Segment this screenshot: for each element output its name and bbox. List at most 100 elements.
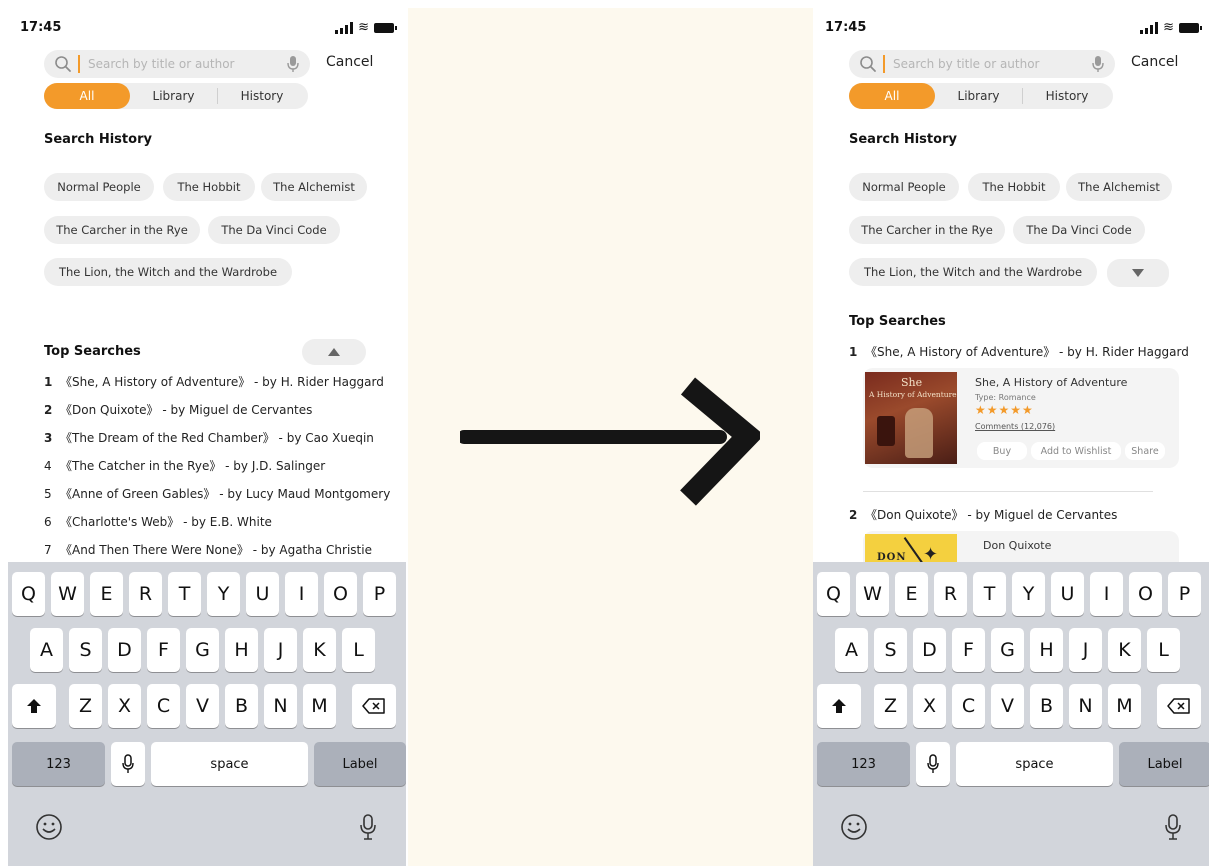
key-e[interactable]: E — [895, 572, 928, 616]
history-chip[interactable]: The Lion, the Witch and the Wardrobe — [44, 258, 292, 286]
history-chip[interactable]: The Carcher in the Rye — [849, 216, 1005, 244]
key-a[interactable]: A — [30, 628, 63, 672]
history-chip[interactable]: The Da Vinci Code — [1013, 216, 1145, 244]
key-i[interactable]: I — [1090, 572, 1123, 616]
top-search-item[interactable]: 5 《Anne of Green Gables》 - by Lucy Maud M… — [44, 485, 390, 502]
key-k[interactable]: K — [303, 628, 336, 672]
top-search-item[interactable]: 2 《Don Quixote》 - by Miguel de Cervantes — [44, 401, 312, 418]
emoji-icon[interactable] — [34, 812, 64, 842]
key-r[interactable]: R — [934, 572, 967, 616]
key-u[interactable]: U — [1051, 572, 1084, 616]
key-w[interactable]: W — [856, 572, 889, 616]
history-chip[interactable]: The Alchemist — [261, 173, 367, 201]
key-z[interactable]: Z — [874, 684, 907, 728]
top-search-item[interactable]: 1 《She, A History of Adventure》 - by H. R… — [44, 373, 384, 390]
top-search-item[interactable]: 1 《She, A History of Adventure》 - by H. R… — [849, 343, 1189, 360]
key-q[interactable]: Q — [12, 572, 45, 616]
expand-button[interactable] — [1107, 259, 1169, 287]
key-y[interactable]: Y — [1012, 572, 1045, 616]
key-d[interactable]: D — [913, 628, 946, 672]
return-key[interactable]: Label — [1119, 742, 1209, 786]
cancel-button[interactable]: Cancel — [1131, 54, 1178, 70]
microphone-icon[interactable] — [1091, 55, 1105, 73]
return-key[interactable]: Label — [314, 742, 406, 786]
cancel-button[interactable]: Cancel — [326, 54, 373, 70]
key-a[interactable]: A — [835, 628, 868, 672]
history-chip[interactable]: The Lion, the Witch and the Wardrobe — [849, 258, 1097, 286]
space-key[interactable]: space — [956, 742, 1113, 786]
top-search-item[interactable]: 7 《And Then There Were None》 - by Agatha … — [44, 541, 372, 558]
key-p[interactable]: P — [1168, 572, 1201, 616]
search-input[interactable]: Search by title or author — [849, 50, 1115, 78]
key-m[interactable]: M — [303, 684, 336, 728]
key-v[interactable]: V — [991, 684, 1024, 728]
key-g[interactable]: G — [991, 628, 1024, 672]
key-h[interactable]: H — [1030, 628, 1063, 672]
backspace-key[interactable] — [352, 684, 396, 728]
key-j[interactable]: J — [264, 628, 297, 672]
history-chip[interactable]: The Hobbit — [968, 173, 1060, 201]
dictation-key[interactable] — [916, 742, 950, 786]
history-chip[interactable]: Normal People — [44, 173, 154, 201]
comments-link[interactable]: Comments (12,076) — [975, 422, 1055, 431]
key-c[interactable]: C — [147, 684, 180, 728]
key-l[interactable]: L — [342, 628, 375, 672]
top-search-item[interactable]: 4 《The Catcher in the Rye》 - by J.D. Sali… — [44, 457, 325, 474]
key-m[interactable]: M — [1108, 684, 1141, 728]
key-t[interactable]: T — [973, 572, 1006, 616]
tab-library[interactable]: Library — [935, 88, 1023, 104]
dictation-key[interactable] — [111, 742, 145, 786]
key-c[interactable]: C — [952, 684, 985, 728]
key-q[interactable]: Q — [817, 572, 850, 616]
top-search-item[interactable]: 3 《The Dream of the Red Chamber》 - by Cao… — [44, 429, 374, 446]
key-p[interactable]: P — [363, 572, 396, 616]
emoji-icon[interactable] — [839, 812, 869, 842]
search-input[interactable]: Search by title or author — [44, 50, 310, 78]
history-chip[interactable]: The Hobbit — [163, 173, 255, 201]
add-to-wishlist-button[interactable]: Add to Wishlist — [1031, 442, 1121, 460]
numbers-key[interactable]: 123 — [817, 742, 910, 786]
key-i[interactable]: I — [285, 572, 318, 616]
key-g[interactable]: G — [186, 628, 219, 672]
book-card[interactable]: She A History of Adventure She, A Histor… — [863, 368, 1179, 468]
key-f[interactable]: F — [147, 628, 180, 672]
tab-all[interactable]: All — [44, 83, 130, 109]
key-x[interactable]: X — [108, 684, 141, 728]
key-l[interactable]: L — [1147, 628, 1180, 672]
key-n[interactable]: N — [1069, 684, 1102, 728]
key-t[interactable]: T — [168, 572, 201, 616]
key-n[interactable]: N — [264, 684, 297, 728]
key-y[interactable]: Y — [207, 572, 240, 616]
tab-all[interactable]: All — [849, 83, 935, 109]
key-r[interactable]: R — [129, 572, 162, 616]
history-chip[interactable]: The Carcher in the Rye — [44, 216, 200, 244]
key-h[interactable]: H — [225, 628, 258, 672]
key-u[interactable]: U — [246, 572, 279, 616]
key-s[interactable]: S — [69, 628, 102, 672]
backspace-key[interactable] — [1157, 684, 1201, 728]
shift-key[interactable] — [12, 684, 56, 728]
key-x[interactable]: X — [913, 684, 946, 728]
key-j[interactable]: J — [1069, 628, 1102, 672]
buy-button[interactable]: Buy — [977, 442, 1027, 460]
key-k[interactable]: K — [1108, 628, 1141, 672]
history-chip[interactable]: The Da Vinci Code — [208, 216, 340, 244]
key-o[interactable]: O — [1129, 572, 1162, 616]
key-b[interactable]: B — [1030, 684, 1063, 728]
space-key[interactable]: space — [151, 742, 308, 786]
numbers-key[interactable]: 123 — [12, 742, 105, 786]
share-button[interactable]: Share — [1125, 442, 1165, 460]
tab-history[interactable]: History — [1023, 83, 1111, 109]
microphone-icon[interactable] — [1163, 812, 1183, 842]
key-e[interactable]: E — [90, 572, 123, 616]
top-search-item[interactable]: 2 《Don Quixote》 - by Miguel de Cervantes — [849, 506, 1117, 523]
key-s[interactable]: S — [874, 628, 907, 672]
key-d[interactable]: D — [108, 628, 141, 672]
collapse-button[interactable] — [302, 339, 366, 365]
tab-library[interactable]: Library — [130, 88, 218, 104]
top-search-item[interactable]: 6 《Charlotte's Web》 - by E.B. White — [44, 513, 272, 530]
tab-history[interactable]: History — [218, 83, 306, 109]
key-f[interactable]: F — [952, 628, 985, 672]
key-b[interactable]: B — [225, 684, 258, 728]
history-chip[interactable]: Normal People — [849, 173, 959, 201]
